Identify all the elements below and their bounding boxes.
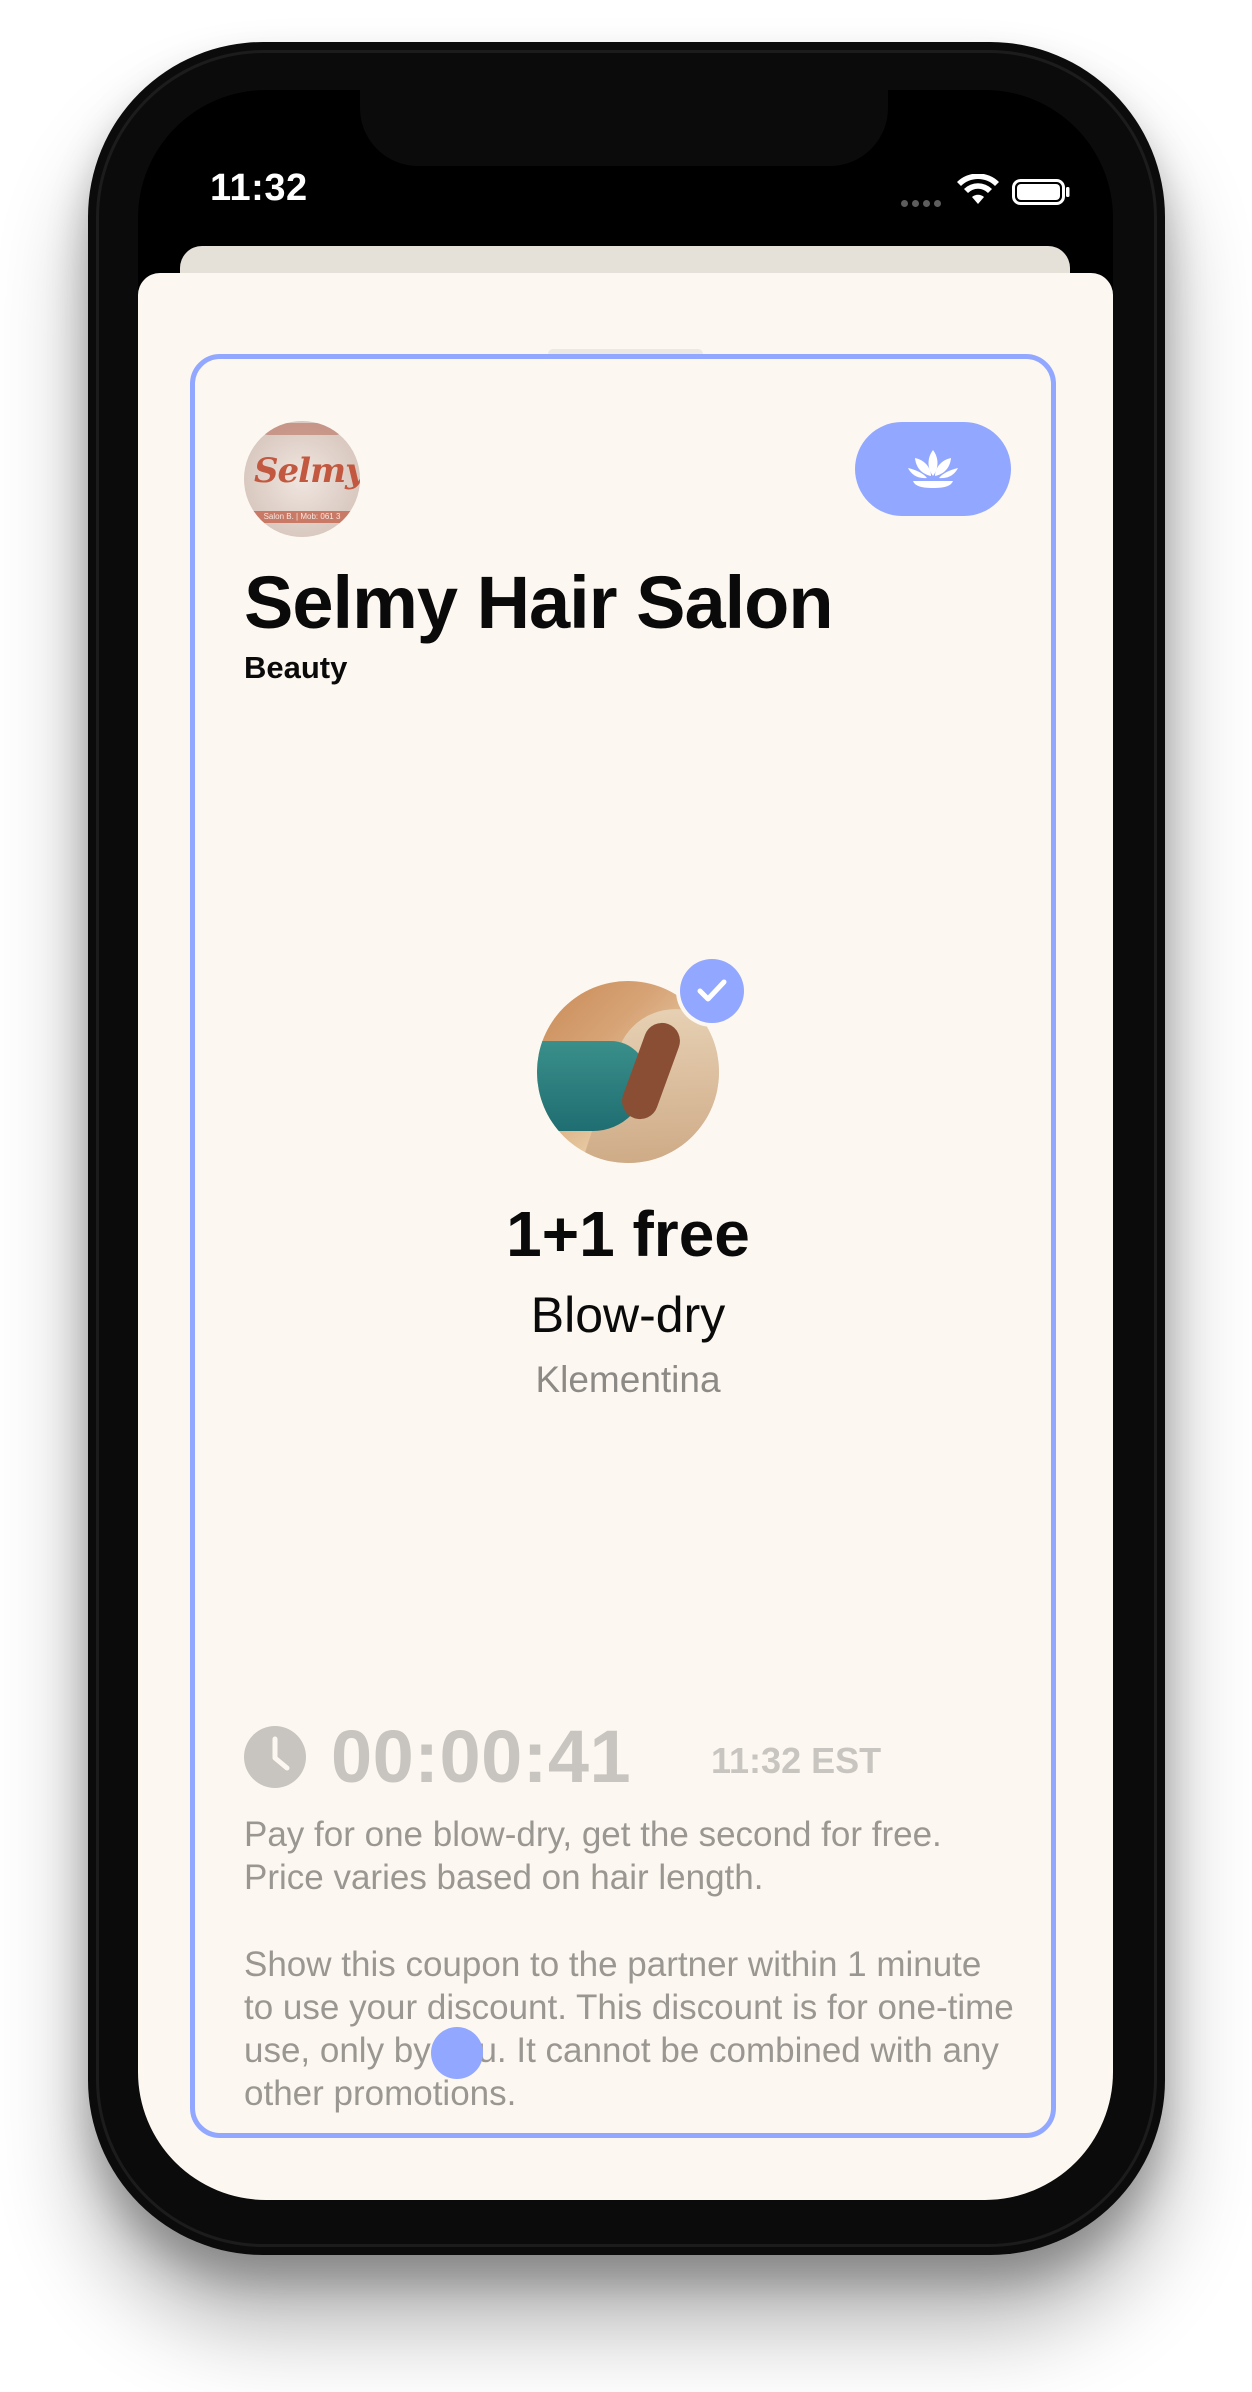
coupon-sheet: Selmy Salon B. | Mob: 061 3 Selmy Hair S… [138,273,1113,2200]
business-name: Selmy Hair Salon [244,561,834,644]
offer-terms: Show this coupon to the partner within 1… [244,1945,1014,2113]
verified-badge [680,959,744,1023]
logo-decoration [262,423,342,435]
logo-strip: Salon B. | Mob: 061 3 [244,511,360,523]
coupon-card: Selmy Salon B. | Mob: 061 3 Selmy Hair S… [190,354,1056,2138]
current-time-zone: 11:32 EST [711,1740,882,1781]
cellular-signal-icon [901,200,947,210]
screen: 11:32 Selmy Salon B. | Mob: 061 3 Selmy … [138,90,1113,2200]
business-category: Beauty [244,650,348,685]
logo-text: Selmy [254,451,360,491]
clock-icon [244,1726,306,1788]
lotus-icon [908,450,958,488]
offer-description: Pay for one blow-dry, get the second for… [244,1815,942,1897]
status-time: 11:32 [210,167,308,209]
wifi-icon [957,174,999,204]
countdown-timer: 00:00:41 [331,1715,632,1798]
battery-icon [1012,179,1070,205]
notch [360,90,888,166]
offer-owner: Klementina [535,1359,721,1400]
offer-service: Blow-dry [530,1287,726,1343]
checkmark-icon [697,979,727,1002]
category-button[interactable] [855,422,1011,516]
phone-frame: 11:32 Selmy Salon B. | Mob: 061 3 Selmy … [88,42,1165,2255]
card-tear-notch [431,2027,483,2079]
business-logo: Selmy Salon B. | Mob: 061 3 [244,421,360,537]
offer-title: 1+1 free [506,1198,750,1270]
